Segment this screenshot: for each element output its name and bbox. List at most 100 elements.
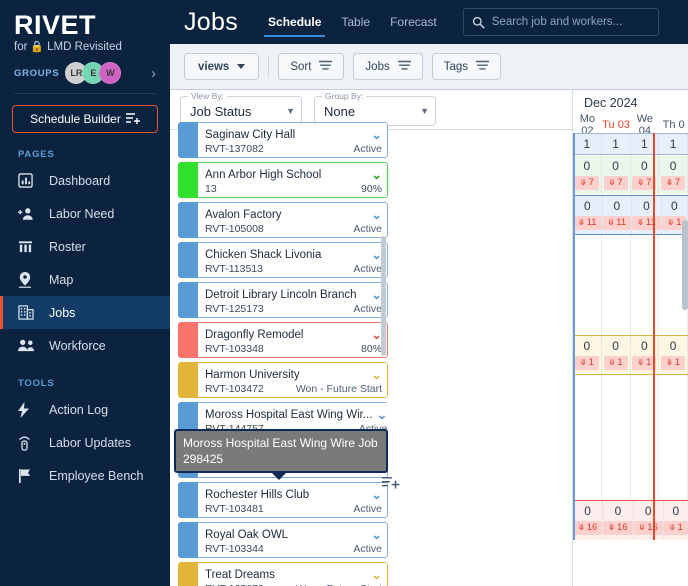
- calendar-cell[interactable]: 0 ⤋ 7: [659, 156, 688, 194]
- schedule-builder-button[interactable]: Schedule Builder: [12, 105, 158, 133]
- calendar-cell-count: 0: [583, 339, 591, 353]
- job-list-item[interactable]: Avalon Factory ⌄ RVT-105008 Active: [178, 202, 388, 238]
- calendar-cell[interactable]: 1: [602, 134, 631, 154]
- chevron-down-icon[interactable]: ⌄: [371, 168, 382, 181]
- job-code: RVT-125173: [205, 302, 264, 315]
- calendar-cell[interactable]: [573, 375, 602, 500]
- group-by-field[interactable]: Group By: None ▼: [314, 91, 436, 126]
- search-input[interactable]: Search job and workers...: [462, 8, 659, 36]
- job-list-panel: View By: Job Status ▼ Group By: None ▼ S…: [170, 90, 573, 586]
- calendar-cell[interactable]: 0 ⤋16: [573, 501, 604, 540]
- job-status: Active: [353, 542, 382, 555]
- avatar[interactable]: W: [99, 62, 122, 84]
- calendar-cell[interactable]: 0 ⤋ 11: [632, 196, 662, 234]
- calendar-cell-shortage-badge: ⤋16: [603, 521, 633, 535]
- sidebar-item-roster[interactable]: Roster: [0, 230, 170, 263]
- tags-button[interactable]: Tags: [431, 53, 502, 80]
- chevron-down-icon[interactable]: ⌄: [371, 128, 382, 141]
- brand-subtitle: for 🔒 LMD Revisited: [14, 41, 156, 53]
- tab-forecast[interactable]: Forecast: [380, 0, 447, 44]
- calendar-cell[interactable]: 1: [659, 134, 688, 154]
- job-list-item[interactable]: Chicken Shack Livonia ⌄ RVT-113513 Active: [178, 242, 388, 278]
- job-item-body: Detroit Library Lincoln Branch ⌄ RVT-12517…: [198, 282, 388, 318]
- button-label: Sort: [290, 60, 312, 73]
- main-area: Jobs Schedule Table Forecast Search job an…: [170, 0, 688, 586]
- job-item-line2: RVT-113513 Active: [205, 263, 382, 275]
- job-code: RVT-105008: [205, 222, 264, 235]
- job-list-item[interactable]: Ann Arbor High School ⌄ 13 90%: [178, 162, 388, 198]
- sidebar-item-jobs[interactable]: Jobs: [0, 296, 170, 329]
- shortage-count: 7: [588, 177, 594, 188]
- sidebar-item-labor-need[interactable]: Labor Need: [0, 197, 170, 230]
- calendar-row: 1 1 1 1: [573, 133, 688, 155]
- calendar-cell-count: 0: [669, 159, 677, 173]
- joblist-scroll-thumb[interactable]: [381, 236, 386, 356]
- calendar-cell[interactable]: 0 ⤋16: [633, 501, 664, 540]
- job-name: Detroit Library Lincoln Branch: [205, 288, 357, 301]
- calendar-cell[interactable]: [573, 235, 602, 335]
- job-list-item[interactable]: Treat Dreams⌄RVT-135072Won - Future Star…: [178, 562, 388, 586]
- job-status: Active: [353, 222, 382, 235]
- job-name: Avalon Factory: [205, 208, 282, 221]
- groups-row[interactable]: GROUPS LR E W ›: [0, 53, 170, 84]
- double-chevron-down-icon: ⤋: [578, 523, 585, 532]
- job-status: Won - Future Start: [295, 382, 382, 395]
- sidebar-item-label: Workforce: [49, 338, 106, 353]
- sidebar-item-workforce[interactable]: Workforce: [0, 329, 170, 362]
- calendar-cell-count: 0: [583, 199, 591, 213]
- sidebar-item-labor-updates[interactable]: Labor Updates: [0, 426, 170, 459]
- lock-icon: 🔒: [30, 40, 45, 53]
- tab-table[interactable]: Table: [331, 0, 380, 44]
- calendar-cell[interactable]: 1: [573, 134, 602, 154]
- sort-button[interactable]: Sort: [278, 53, 345, 80]
- calendar-cell[interactable]: 0 ⤋16: [603, 501, 634, 540]
- shortage-count: 16: [616, 522, 628, 533]
- person-add-icon: [18, 206, 40, 221]
- double-chevron-down-icon: ⤋: [666, 178, 673, 187]
- views-button[interactable]: views: [184, 53, 260, 80]
- calendar-cell[interactable]: 0 ⤋ 1: [602, 336, 631, 374]
- calendar-cell-shortage-badge: ⤋ 11: [573, 216, 602, 230]
- job-item-body: Rochester Hills Club ⌄ RVT-103481 Active: [198, 482, 388, 518]
- calendar-cell[interactable]: 0 ⤋ 11: [573, 196, 603, 234]
- job-list-item[interactable]: Rochester Hills Club ⌄ RVT-103481 Active: [178, 482, 388, 518]
- job-list-item[interactable]: Royal Oak OWL ⌄ RVT-103344 Active: [178, 522, 388, 558]
- shortage-count: 7: [674, 177, 681, 188]
- joblist-scrollbar[interactable]: [381, 216, 386, 586]
- chevron-down-icon: [237, 64, 246, 69]
- view-by-field[interactable]: View By: Job Status ▼: [180, 91, 302, 126]
- building-icon: [18, 305, 40, 320]
- job-item-body: Avalon Factory ⌄ RVT-105008 Active: [198, 202, 388, 238]
- job-status: Active: [353, 262, 382, 275]
- job-list-item[interactable]: Detroit Library Lincoln Branch ⌄ RVT-12517…: [178, 282, 388, 318]
- calendar-cell[interactable]: 0 ⤋ 1: [573, 336, 602, 374]
- calendar-cell[interactable]: 0 ⤋ 11: [602, 196, 633, 234]
- sidebar-item-label: Map: [49, 272, 74, 287]
- calendar-cell-count: 0: [672, 504, 680, 518]
- chevron-right-icon[interactable]: ›: [151, 66, 160, 81]
- group-by-legend: Group By:: [322, 91, 367, 101]
- tools-section-label: TOOLS: [18, 378, 55, 389]
- top-header: Jobs Schedule Table Forecast Search job an…: [170, 0, 688, 44]
- calendar-cell[interactable]: [602, 375, 631, 500]
- job-item-body: Royal Oak OWL ⌄ RVT-103344 Active: [198, 522, 388, 558]
- calendar-cell[interactable]: [602, 235, 631, 335]
- job-item-line1: Chicken Shack Livonia ⌄: [205, 248, 382, 262]
- sidebar-item-map[interactable]: Map: [0, 263, 170, 296]
- jobs-button[interactable]: Jobs: [353, 53, 423, 80]
- job-name: Ann Arbor High School: [205, 168, 322, 181]
- sidebar-item-dashboard[interactable]: Dashboard: [0, 164, 170, 197]
- job-code: RVT-135072: [205, 583, 296, 586]
- job-list-item[interactable]: Saginaw City Hall ⌄ RVT-137082 Active: [178, 122, 388, 158]
- tab-schedule[interactable]: Schedule: [258, 0, 331, 44]
- calendar-cell[interactable]: 0 ⤋ 7: [573, 156, 602, 194]
- job-list-item[interactable]: Harmon University ⌄ RVT-103472 Won - Future…: [178, 362, 388, 398]
- add-to-schedule-icon[interactable]: [382, 476, 400, 494]
- calendar-scrollbar[interactable]: [682, 220, 688, 586]
- calendar-scroll-thumb[interactable]: [682, 220, 688, 310]
- calendar-cell[interactable]: 0 ⤋ 7: [602, 156, 631, 194]
- pages-nav: Dashboard Labor Need Roster Map Jobs Workforc…: [0, 164, 170, 362]
- sidebar-item-action-log[interactable]: Action Log: [0, 393, 170, 426]
- job-list-item[interactable]: Dragonfly Remodel ⌄ RVT-103348 80%: [178, 322, 388, 358]
- sidebar-item-employee-bench[interactable]: Employee Bench: [0, 459, 170, 492]
